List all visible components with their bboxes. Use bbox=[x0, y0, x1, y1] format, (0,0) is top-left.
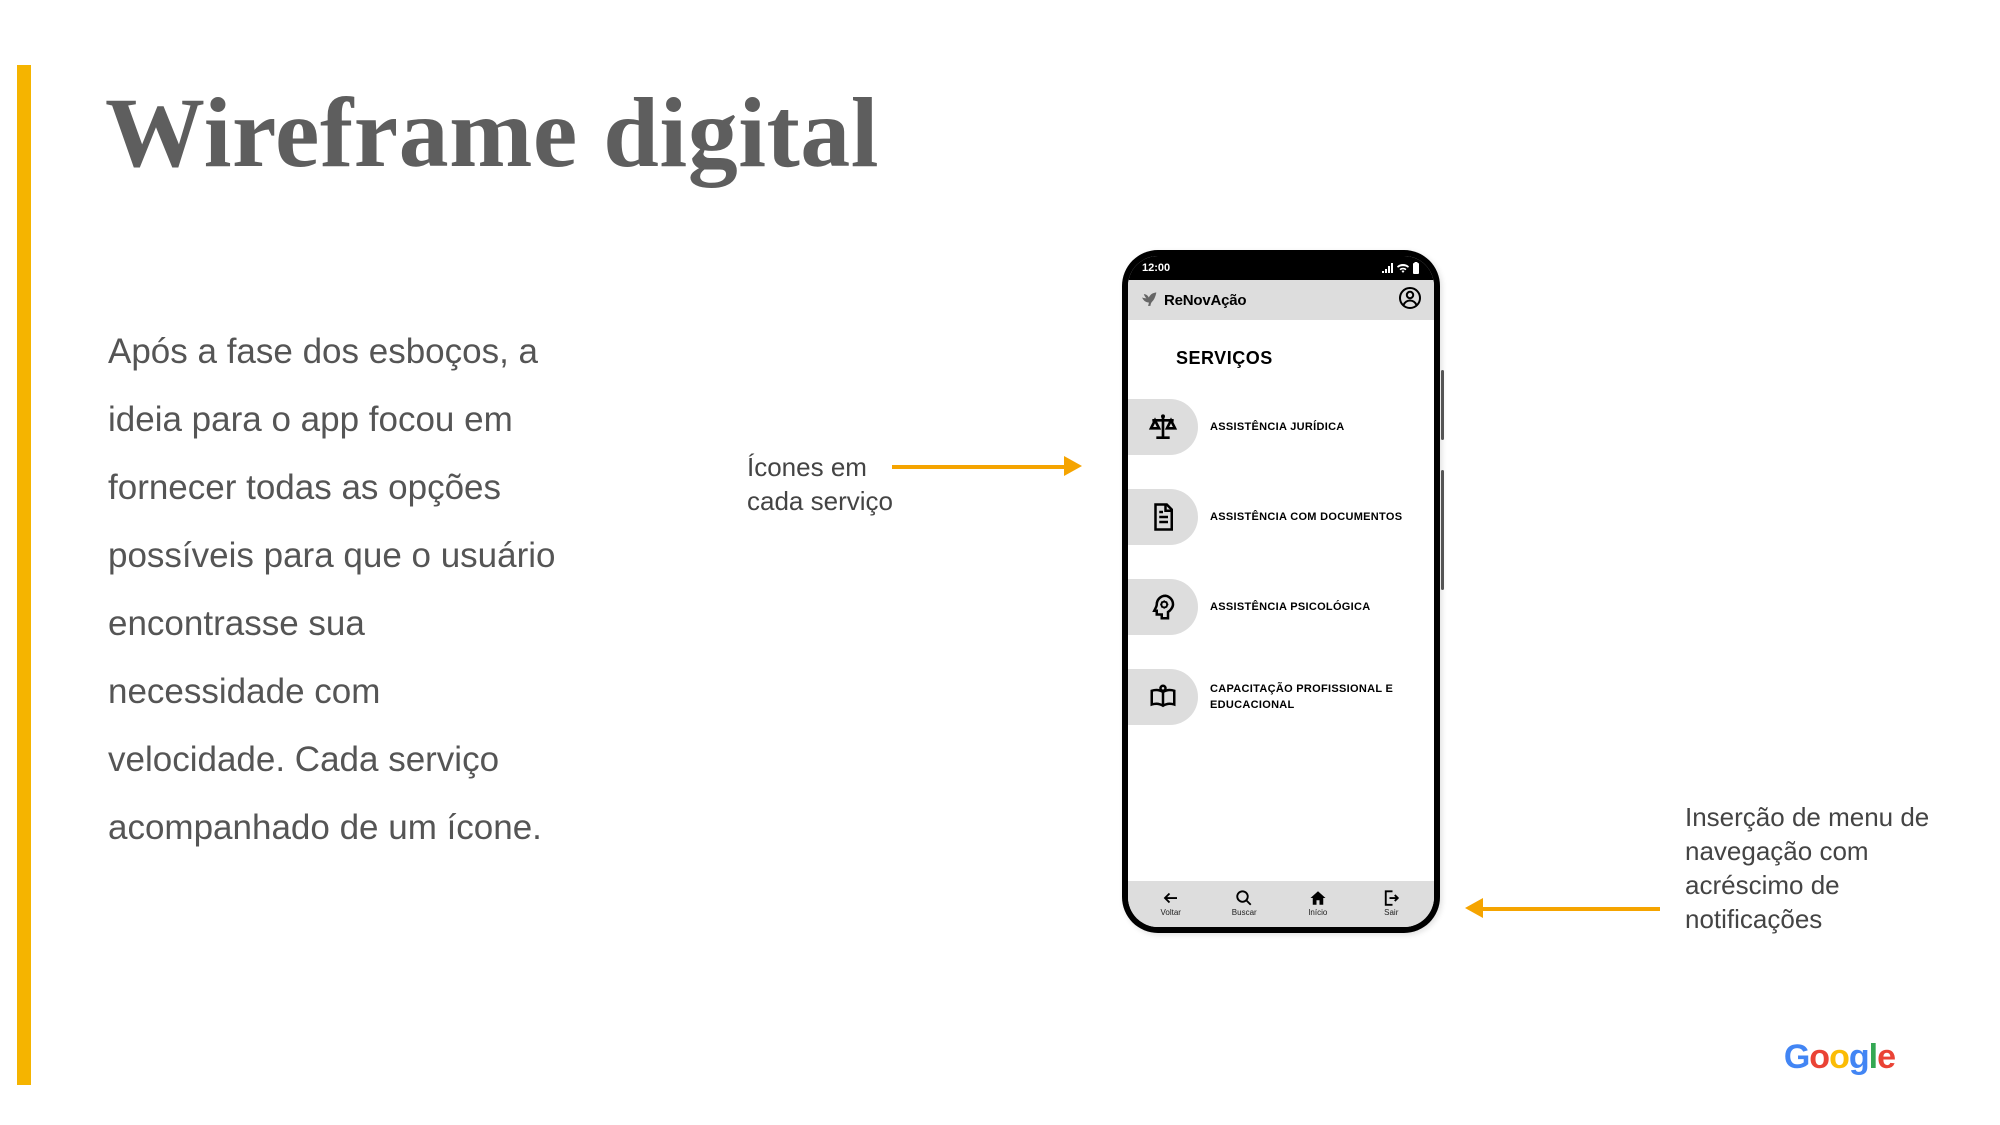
back-icon bbox=[1161, 889, 1181, 907]
status-time: 12:00 bbox=[1142, 262, 1170, 274]
phone-mockup: 12:00 ReNovAção SERVIÇOS bbox=[1122, 250, 1440, 933]
annotation-bottom-nav: Inserção de menu de navegação com acrésc… bbox=[1685, 800, 1935, 936]
signal-icon bbox=[1382, 263, 1394, 273]
nav-home[interactable]: Início bbox=[1281, 889, 1355, 917]
psychology-icon bbox=[1128, 579, 1198, 635]
service-psychology[interactable]: ASSISTÊNCIA PSICOLÓGICA bbox=[1128, 579, 1434, 635]
service-label: ASSISTÊNCIA PSICOLÓGICA bbox=[1210, 599, 1371, 616]
slide-body: Após a fase dos esboços, a ideia para o … bbox=[108, 318, 558, 862]
service-documents[interactable]: ASSISTÊNCIA COM DOCUMENTOS bbox=[1128, 489, 1434, 545]
nav-search[interactable]: Buscar bbox=[1208, 889, 1282, 917]
service-label: CAPACITAÇÃO PROFISSIONAL E EDUCACIONAL bbox=[1210, 681, 1410, 714]
service-label: ASSISTÊNCIA JURÍDICA bbox=[1210, 419, 1345, 436]
app-brand: ReNovAção bbox=[1164, 292, 1246, 309]
nav-label: Sair bbox=[1384, 908, 1398, 917]
arrow-icons-annotation bbox=[892, 456, 1082, 476]
app-header: ReNovAção bbox=[1128, 280, 1434, 320]
bottom-nav: Voltar Buscar Início Sair bbox=[1128, 881, 1434, 927]
profile-icon[interactable] bbox=[1398, 286, 1422, 315]
phone-screen: 12:00 ReNovAção SERVIÇOS bbox=[1128, 256, 1434, 927]
slide-title: Wireframe digital bbox=[105, 75, 879, 190]
status-bar: 12:00 bbox=[1128, 256, 1434, 280]
service-legal[interactable]: ASSISTÊNCIA JURÍDICA bbox=[1128, 399, 1434, 455]
nav-label: Voltar bbox=[1161, 908, 1181, 917]
nav-exit[interactable]: Sair bbox=[1355, 889, 1429, 917]
wifi-icon bbox=[1397, 263, 1409, 273]
arrow-nav-annotation bbox=[1465, 898, 1660, 918]
accent-bar bbox=[17, 65, 31, 1085]
scale-icon bbox=[1128, 399, 1198, 455]
service-education[interactable]: CAPACITAÇÃO PROFISSIONAL E EDUCACIONAL bbox=[1128, 669, 1434, 725]
exit-icon bbox=[1382, 889, 1400, 907]
battery-icon bbox=[1412, 262, 1420, 274]
search-icon bbox=[1235, 889, 1253, 907]
dove-icon bbox=[1138, 290, 1158, 310]
nav-label: Início bbox=[1308, 908, 1327, 917]
service-label: ASSISTÊNCIA COM DOCUMENTOS bbox=[1210, 509, 1402, 526]
section-title: SERVIÇOS bbox=[1176, 348, 1434, 369]
education-icon bbox=[1128, 669, 1198, 725]
annotation-icons: Ícones em cada serviço bbox=[747, 450, 893, 518]
status-icons bbox=[1382, 262, 1420, 274]
nav-label: Buscar bbox=[1232, 908, 1257, 917]
document-icon bbox=[1128, 489, 1198, 545]
home-icon bbox=[1308, 889, 1328, 907]
nav-back[interactable]: Voltar bbox=[1134, 889, 1208, 917]
page-content: SERVIÇOS ASSISTÊNCIA JURÍDICA ASSISTÊNCI… bbox=[1128, 320, 1434, 881]
google-logo: Google bbox=[1784, 1038, 1895, 1077]
